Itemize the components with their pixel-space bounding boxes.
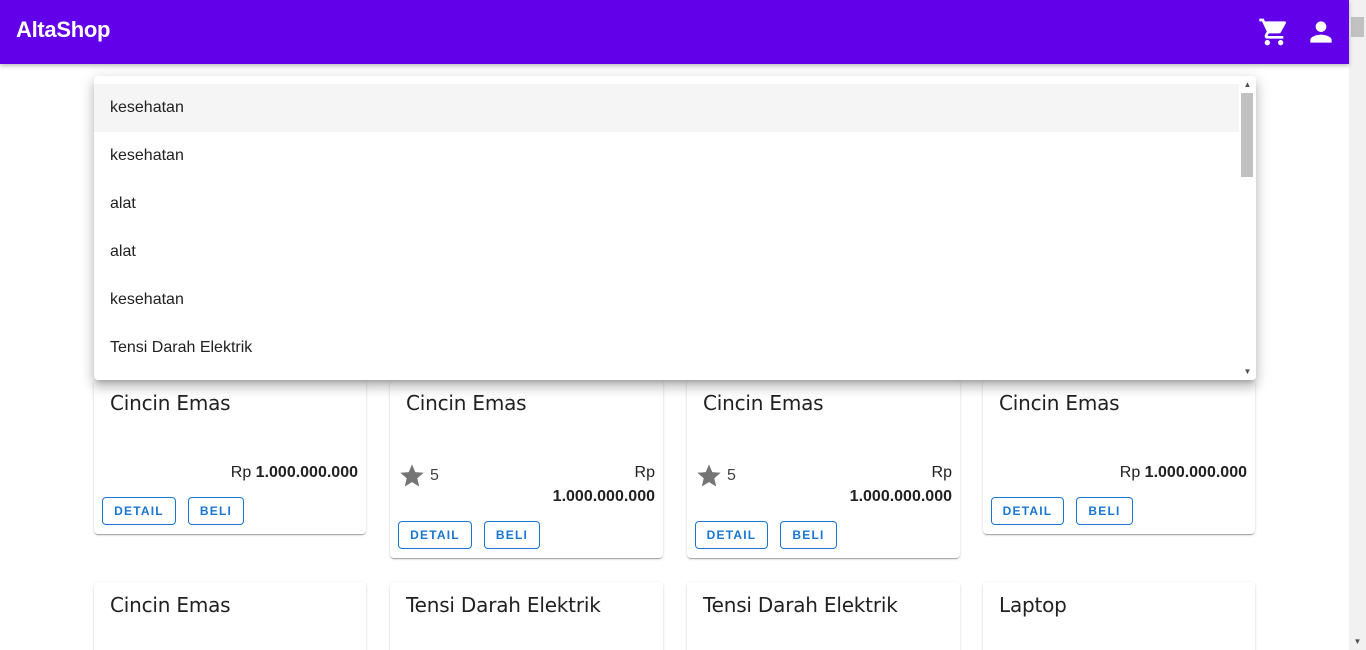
- buy-button[interactable]: BELI: [188, 497, 244, 525]
- page-scroll-thumb[interactable]: [1351, 17, 1364, 37]
- product-card: Cincin Emas Rp 1.000.000.000 DETAIL BELI: [94, 380, 366, 534]
- product-title: Cincin Emas: [703, 391, 824, 415]
- product-card: Cincin Emas: [94, 582, 366, 650]
- rating-value: 5: [727, 467, 736, 484]
- scroll-up-arrow-icon[interactable]: ▲: [1239, 76, 1256, 93]
- product-card: Cincin Emas 5 Rp 1.000.000.000 DETAIL BE…: [390, 380, 663, 558]
- price-currency: Rp: [1119, 464, 1141, 481]
- product-title: Cincin Emas: [999, 391, 1120, 415]
- product-price: Rp 1.000.000.000: [1120, 464, 1247, 482]
- price-amount-value: 1.000.000.000: [552, 488, 655, 505]
- page-scrollbar[interactable]: ▼: [1349, 0, 1366, 650]
- app-bar: AltaShop: [0, 0, 1349, 64]
- dropdown-option[interactable]: alat: [94, 228, 1239, 276]
- product-title: Tensi Darah Elektrik: [406, 593, 601, 617]
- product-rating: 5: [398, 462, 439, 490]
- dropdown-list: kesehatan kesehatan alat alat kesehatan …: [94, 84, 1239, 372]
- product-title: Cincin Emas: [110, 593, 231, 617]
- page-scroll-down-arrow-icon[interactable]: ▼: [1349, 633, 1366, 650]
- product-title: Cincin Emas: [406, 391, 527, 415]
- product-card: Cincin Emas 5 Rp 1.000.000.000 DETAIL BE…: [687, 380, 960, 558]
- buy-button[interactable]: BELI: [780, 521, 837, 549]
- rating-value: 5: [430, 467, 439, 484]
- star-icon: [697, 464, 721, 487]
- product-card: Laptop: [983, 582, 1255, 650]
- detail-button[interactable]: DETAIL: [991, 497, 1064, 525]
- dropdown-scroll-thumb[interactable]: [1241, 93, 1253, 177]
- product-title: Cincin Emas: [110, 391, 231, 415]
- detail-button[interactable]: DETAIL: [102, 497, 176, 525]
- price-currency: Rp: [230, 464, 252, 481]
- account-button[interactable]: [1305, 16, 1337, 48]
- dropdown-option[interactable]: Tensi Darah Elektrik: [94, 324, 1239, 372]
- dropdown-option[interactable]: kesehatan: [94, 132, 1239, 180]
- detail-button[interactable]: DETAIL: [398, 521, 472, 549]
- cart-button[interactable]: [1258, 16, 1290, 48]
- product-title: Tensi Darah Elektrik: [703, 593, 898, 617]
- dropdown-option[interactable]: kesehatan: [94, 276, 1239, 324]
- product-rating: 5: [695, 462, 736, 490]
- price-amount-value: 1.000.000.000: [849, 488, 952, 505]
- product-price: Rp 1.000.000.000: [231, 464, 358, 482]
- buy-button[interactable]: BELI: [1076, 497, 1133, 525]
- detail-button[interactable]: DETAIL: [695, 521, 768, 549]
- buy-button[interactable]: BELI: [484, 521, 540, 549]
- price-amount: 1.000.000.000: [1144, 464, 1247, 481]
- cart-icon: [1259, 18, 1287, 46]
- dropdown-option[interactable]: kesehatan: [94, 84, 1239, 132]
- star-icon: [400, 464, 424, 487]
- price-amount: 1.000.000.000: [553, 488, 655, 506]
- dropdown-option[interactable]: alat: [94, 180, 1239, 228]
- price-currency: Rp: [931, 464, 952, 481]
- product-card: Tensi Darah Elektrik: [687, 582, 960, 650]
- dropdown-scrollbar[interactable]: ▲ ▼: [1239, 76, 1256, 380]
- product-title: Laptop: [999, 593, 1067, 617]
- product-card: Cincin Emas Rp 1.000.000.000 DETAIL BELI: [983, 380, 1255, 534]
- account-icon: [1310, 21, 1332, 43]
- price-currency: Rp: [634, 464, 655, 481]
- category-dropdown-menu: kesehatan kesehatan alat alat kesehatan …: [94, 76, 1256, 380]
- app-title[interactable]: AltaShop: [16, 17, 110, 43]
- scroll-down-arrow-icon[interactable]: ▼: [1239, 363, 1256, 380]
- price-amount: 1.000.000.000: [255, 464, 358, 481]
- product-card: Tensi Darah Elektrik: [390, 582, 663, 650]
- price-amount: 1.000.000.000: [850, 488, 952, 506]
